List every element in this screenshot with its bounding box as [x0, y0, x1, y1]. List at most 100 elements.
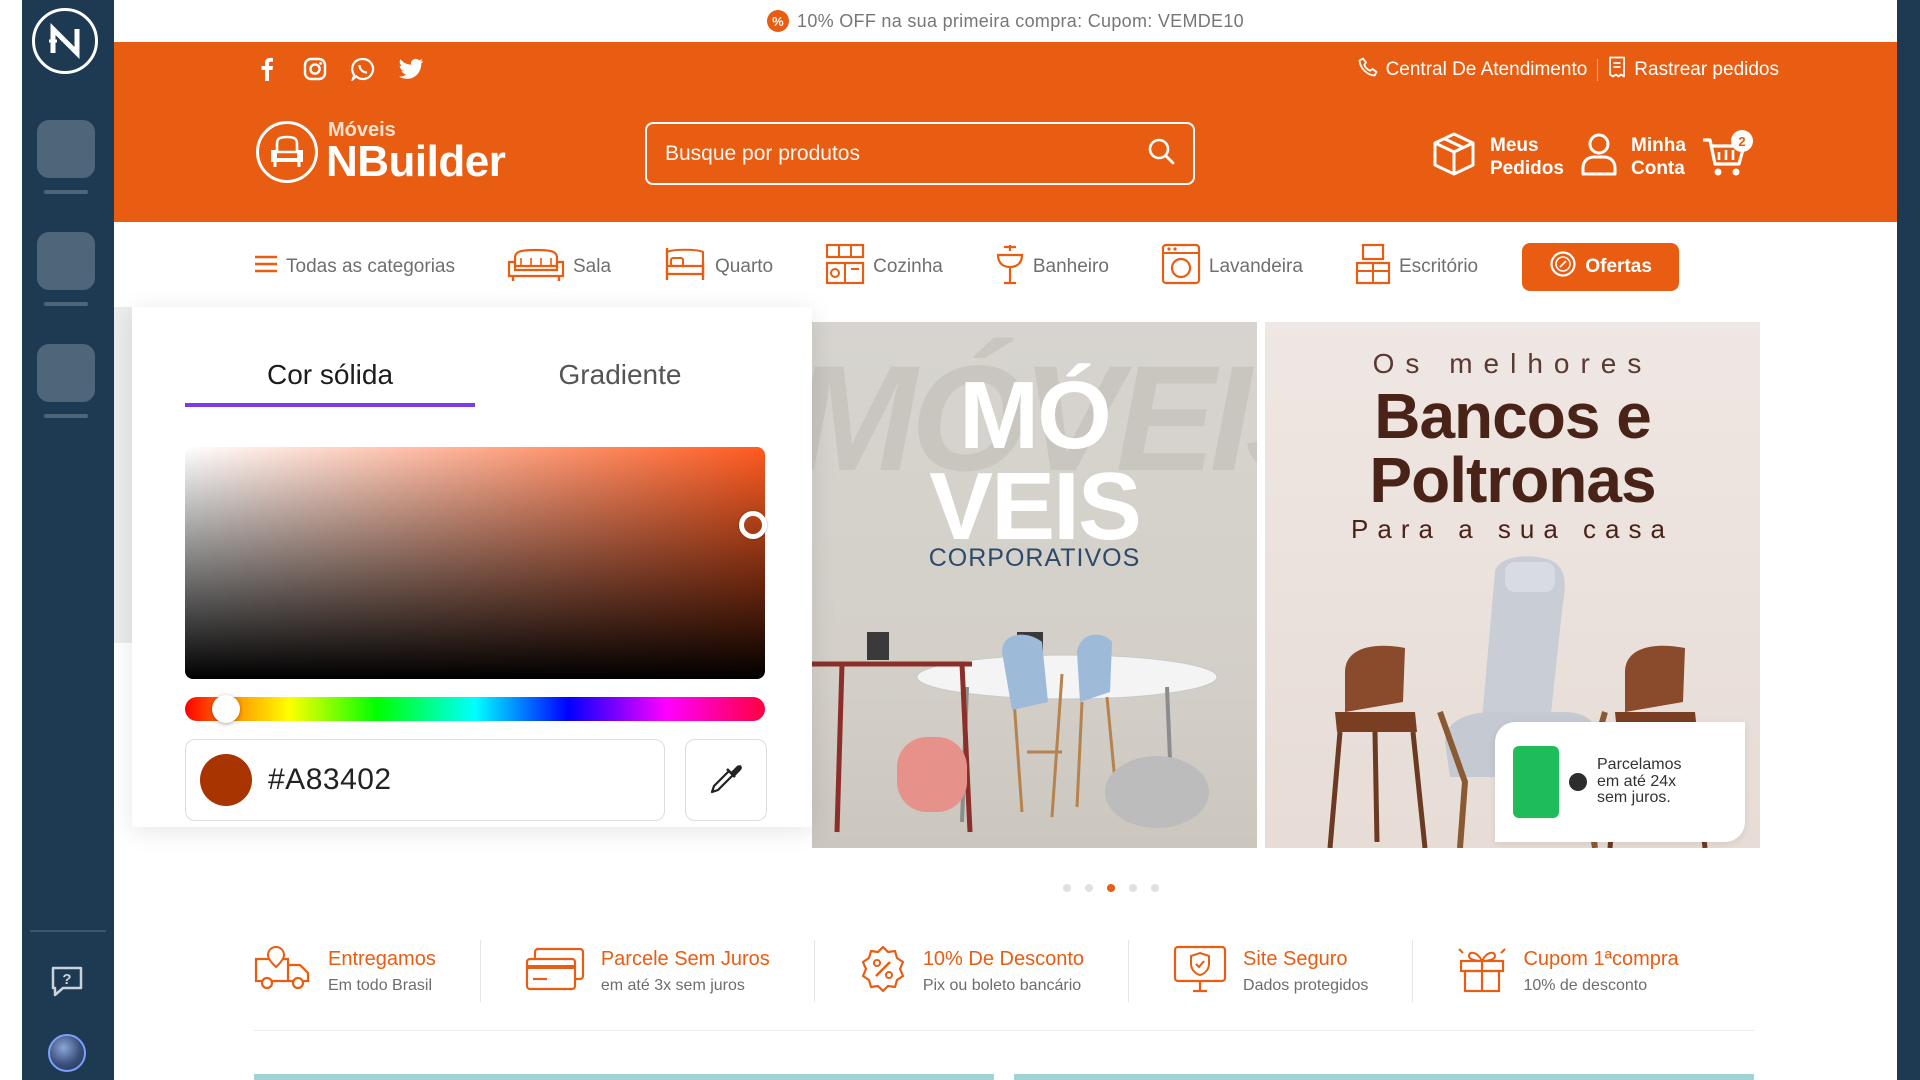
tab-solid-color[interactable]: Cor sólida	[185, 347, 475, 407]
benefit-delivery-subtitle: Em todo Brasil	[328, 976, 433, 994]
search-icon[interactable]	[1147, 137, 1175, 170]
cart-count-badge: 2	[1731, 130, 1753, 152]
office-furniture-illustration	[812, 632, 1218, 833]
saturation-handle[interactable]	[739, 511, 767, 539]
banner-chairs-armchairs[interactable]: Os melhores Bancos e Poltronas Para a su…	[1265, 322, 1760, 848]
facebook-icon[interactable]	[254, 56, 280, 82]
eyedropper-icon	[708, 760, 744, 801]
search-bar	[645, 122, 1195, 185]
search-input[interactable]	[665, 141, 1147, 166]
cart-button[interactable]: 2	[1701, 130, 1753, 184]
brand-name: NBuilder	[326, 137, 506, 186]
rail-slot-2[interactable]	[37, 232, 95, 290]
hue-slider[interactable]	[185, 695, 765, 723]
hex-input[interactable]: #A83402	[185, 739, 665, 821]
store-page: % 10% OFF na sua primeira compra: Cupom:…	[114, 0, 1897, 1080]
banner2-subtitle: Para a sua casa	[1351, 514, 1674, 544]
my-orders-line1: Meus	[1490, 134, 1539, 156]
hamburger-icon	[254, 255, 278, 279]
hue-slider-thumb[interactable]	[212, 695, 240, 723]
user-avatar[interactable]	[48, 1034, 86, 1072]
rail-slot-1-label	[44, 190, 88, 194]
social-links	[254, 56, 424, 82]
category-quarto[interactable]: Quarto	[663, 244, 773, 290]
category-quarto-label: Quarto	[715, 256, 774, 277]
arrow-left-icon	[1569, 773, 1587, 791]
next-section-banners	[254, 1074, 1754, 1080]
tab-gradient[interactable]: Gradiente	[475, 347, 765, 407]
carousel-dot[interactable]	[1062, 884, 1071, 892]
banner1-subtitle: CORPORATIVOS	[928, 544, 1141, 572]
sink-icon	[995, 243, 1025, 291]
support-link-label: Central De Atendimento	[1385, 59, 1588, 80]
rail-slot-3[interactable]	[37, 344, 95, 402]
next-banner-left[interactable]	[254, 1074, 994, 1080]
rail-slot-2-label	[44, 302, 88, 306]
benefit-coupon: Cupom 1ªcompra 10% de desconto	[1457, 940, 1679, 1002]
rail-slot-3-label	[44, 414, 88, 418]
my-account-line1: Minha	[1631, 134, 1686, 156]
phone-icon	[1358, 57, 1378, 83]
benefit-discount-title: 10% De Desconto	[922, 947, 1085, 970]
instagram-icon[interactable]	[302, 56, 328, 82]
receipt-icon	[1608, 56, 1626, 84]
carousel-dot-active[interactable]	[1106, 884, 1115, 892]
benefit-installments: Parcele Sem Juros em até 3x sem juros	[525, 940, 815, 1002]
category-cozinha[interactable]: Cozinha	[825, 243, 943, 291]
benefit-secure: Site Seguro Dados protegidos	[1173, 940, 1414, 1002]
discount-tag-icon	[1549, 250, 1577, 284]
sofa-icon	[507, 244, 565, 290]
installments-text: Parcelamos em até 24x sem juros.	[1597, 755, 1682, 807]
promo-text: 10% OFF na sua primeira compra: Cupom: V…	[797, 10, 1244, 31]
track-orders-label: Rastrear pedidos	[1634, 59, 1779, 80]
credit-card-icon	[525, 947, 585, 996]
banner2-title: Bancos e Poltronas	[1369, 380, 1656, 516]
offers-button[interactable]: Ofertas	[1522, 243, 1680, 291]
offers-label: Ofertas	[1585, 256, 1652, 277]
color-picker-panel: Cor sólida Gradiente #A83402	[132, 307, 812, 827]
my-account-line2: Conta	[1631, 158, 1685, 180]
section-divider	[254, 1030, 1754, 1031]
carousel-dot[interactable]	[1128, 884, 1137, 892]
category-escritorio-label: Escritório	[1398, 256, 1479, 277]
armchair-logo-icon	[256, 121, 318, 183]
category-banheiro-label: Banheiro	[1032, 256, 1109, 277]
shield-monitor-icon	[1173, 945, 1227, 998]
kitchen-icon	[825, 243, 865, 291]
benefit-discount: 10% De Desconto Pix ou boleto bancário	[859, 940, 1130, 1002]
carousel-dot[interactable]	[1150, 884, 1159, 892]
carousel-dot[interactable]	[1084, 884, 1093, 892]
shopping-cart-icon	[1701, 138, 1747, 184]
track-orders-link[interactable]: Rastrear pedidos	[1608, 56, 1779, 84]
brand-logo[interactable]: Móveis NBuilder	[256, 120, 506, 186]
my-orders-button[interactable]: Meus Pedidos	[1430, 130, 1564, 185]
category-nav: Todas as categorias Sala Quarto Cozinha …	[114, 222, 1897, 312]
saturation-value-area[interactable]	[185, 447, 767, 679]
svg-text:?: ?	[62, 971, 71, 988]
all-categories-label: Todas as categorias	[286, 256, 455, 277]
twitter-icon[interactable]	[398, 56, 424, 82]
my-account-button[interactable]: Minha Conta	[1579, 130, 1686, 185]
category-banheiro[interactable]: Banheiro	[995, 243, 1109, 291]
benefit-coupon-title: Cupom 1ªcompra	[1523, 947, 1679, 970]
banner-corporate-furniture[interactable]: MÓVEIS MÓ VEIS CORPORATIVOS	[812, 322, 1257, 848]
category-cozinha-label: Cozinha	[873, 256, 943, 277]
help-icon[interactable]: ?	[49, 964, 85, 998]
category-escritorio[interactable]: Escritório	[1355, 243, 1478, 291]
all-categories-button[interactable]: Todas as categorias	[254, 255, 455, 279]
rail-slot-1[interactable]	[37, 120, 95, 178]
next-banner-right[interactable]	[1014, 1074, 1754, 1080]
category-lavandeira[interactable]: Lavandeira	[1161, 243, 1303, 291]
whatsapp-icon[interactable]	[350, 56, 376, 82]
eyedropper-button[interactable]	[685, 739, 767, 821]
picker-shadow-edge	[114, 307, 132, 643]
benefit-discount-subtitle: Pix ou boleto bancário	[922, 976, 1082, 994]
box-icon	[1430, 130, 1478, 185]
washing-machine-icon	[1161, 243, 1201, 291]
benefit-installments-title: Parcele Sem Juros	[600, 947, 770, 970]
benefit-secure-title: Site Seguro	[1243, 947, 1348, 970]
support-link[interactable]: Central De Atendimento	[1358, 57, 1588, 83]
category-sala[interactable]: Sala	[507, 244, 611, 290]
app-logo-icon[interactable]	[32, 8, 98, 74]
benefit-delivery-title: Entregamos	[328, 947, 436, 970]
